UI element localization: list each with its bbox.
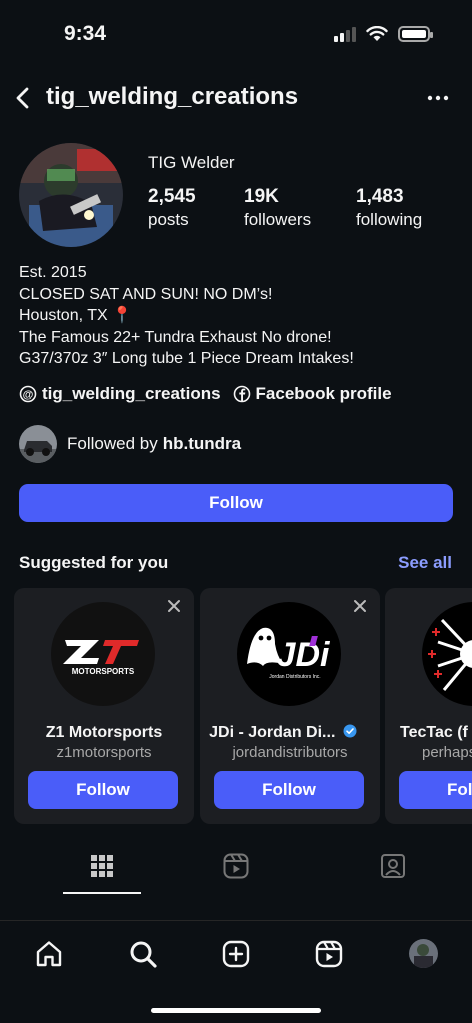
suggested-name[interactable]: TecTac (f	[400, 724, 472, 742]
battery-icon	[398, 26, 433, 42]
wifi-icon	[366, 26, 388, 41]
profile-links: @ tig_welding_creations Facebook profile	[19, 384, 404, 404]
stat-label: following	[356, 210, 423, 229]
logo-subtext: Jordan Distributors Inc.	[269, 674, 320, 680]
facebook-icon	[233, 385, 250, 403]
logo-text: JDi	[277, 636, 331, 674]
suggested-card[interactable]: MOTORSPORTS Z1 Motorsports z1motorsports…	[14, 588, 194, 824]
stat-value: 2,545	[148, 186, 196, 207]
status-time: 9:34	[64, 22, 107, 45]
search-icon[interactable]	[128, 939, 158, 969]
suggested-title: Suggested for you	[19, 553, 169, 572]
suggested-handle: z1motorsports	[56, 744, 152, 761]
grid-icon	[91, 855, 113, 877]
page-title: tig_welding_creations	[46, 83, 299, 110]
stat-value: 1,483	[356, 186, 404, 207]
more-dots-icon[interactable]	[426, 86, 450, 110]
suggested-handle: perhaps	[422, 744, 472, 761]
profile-bio: Est. 2015 CLOSED SAT AND SUN! NO DM’s! H…	[19, 262, 354, 370]
profile-avatar[interactable]	[19, 143, 123, 247]
suggested-follow-button[interactable]: Fol	[399, 771, 472, 809]
suggested-name[interactable]: JDi - Jordan Di...	[200, 724, 380, 742]
profile-avatar[interactable]	[409, 939, 438, 968]
bio-line: Houston, TX 📍	[19, 307, 133, 325]
tab-reels[interactable]	[197, 846, 275, 894]
bio-line: Est. 2015	[19, 264, 87, 281]
threads-link[interactable]: @ tig_welding_creations	[19, 384, 221, 404]
follower-avatar	[19, 425, 57, 463]
home-icon[interactable]	[34, 939, 64, 969]
followed-by-user[interactable]: hb.tundra	[163, 434, 241, 454]
suggested-card[interactable]: TecTac (f perhaps Fol	[385, 588, 472, 824]
stat-followers[interactable]: 19K followers	[244, 186, 356, 230]
close-icon[interactable]	[166, 598, 182, 614]
stat-label: followers	[244, 210, 312, 229]
stat-label: posts	[148, 210, 189, 229]
stat-value: 19K	[244, 186, 279, 207]
suggested-name[interactable]: Z1 Motorsports	[14, 724, 194, 742]
verified-badge-icon	[343, 724, 357, 738]
suggested-avatar[interactable]: JDi Jordan Distributors Inc.	[237, 602, 341, 706]
suggested-follow-button[interactable]: Follow	[28, 771, 178, 809]
stat-following[interactable]: 1,483 following	[356, 186, 422, 230]
threads-icon: @	[19, 385, 37, 403]
followed-by-prefix: Followed by	[67, 434, 158, 453]
reels-icon[interactable]	[314, 939, 344, 969]
profile-tabs	[0, 846, 472, 894]
facebook-link[interactable]: Facebook profile	[233, 384, 392, 404]
bio-line: CLOSED SAT AND SUN! NO DM’s!	[19, 285, 273, 303]
signal-icon	[334, 26, 356, 42]
followed-by[interactable]: Followed by hb.tundra	[19, 425, 241, 463]
profile-name: TIG Welder	[148, 153, 235, 172]
create-icon[interactable]	[221, 939, 251, 969]
home-indicator	[151, 1008, 321, 1013]
bio-line: The Famous 22+ Tundra Exhaust No drone!	[19, 328, 332, 346]
status-icons	[334, 26, 433, 42]
follow-button[interactable]: Follow	[19, 484, 453, 522]
suggested-follow-button[interactable]: Follow	[214, 771, 364, 809]
bio-line: G37/370z 3″ Long tube 1 Piece Dream Inta…	[19, 350, 354, 368]
profile-stats: 2,545 posts 19K followers 1,483 followin…	[148, 186, 422, 230]
bottom-nav	[0, 920, 472, 1023]
reels-icon	[223, 853, 249, 879]
tab-grid[interactable]	[63, 846, 141, 894]
threads-link-label: tig_welding_creations	[42, 384, 221, 403]
close-icon[interactable]	[352, 598, 368, 614]
chevron-left-icon[interactable]	[10, 84, 38, 112]
suggested-avatar[interactable]	[422, 602, 472, 706]
status-bar: 9:34	[0, 0, 472, 70]
see-all-link[interactable]: See all	[398, 553, 452, 573]
stat-posts[interactable]: 2,545 posts	[148, 186, 244, 230]
logo-text: MOTORSPORTS	[72, 667, 135, 676]
suggested-avatar[interactable]: MOTORSPORTS	[51, 602, 155, 706]
top-nav: tig_welding_creations	[0, 78, 472, 118]
svg-text:@: @	[23, 389, 34, 401]
tagged-icon	[381, 854, 405, 878]
suggested-name-text: JDi - Jordan Di...	[209, 724, 336, 741]
tab-tagged[interactable]	[354, 846, 432, 894]
suggested-handle: jordandistributors	[232, 744, 348, 761]
facebook-link-label: Facebook profile	[255, 384, 392, 403]
suggested-card[interactable]: JDi Jordan Distributors Inc. JDi - Jorda…	[200, 588, 380, 824]
